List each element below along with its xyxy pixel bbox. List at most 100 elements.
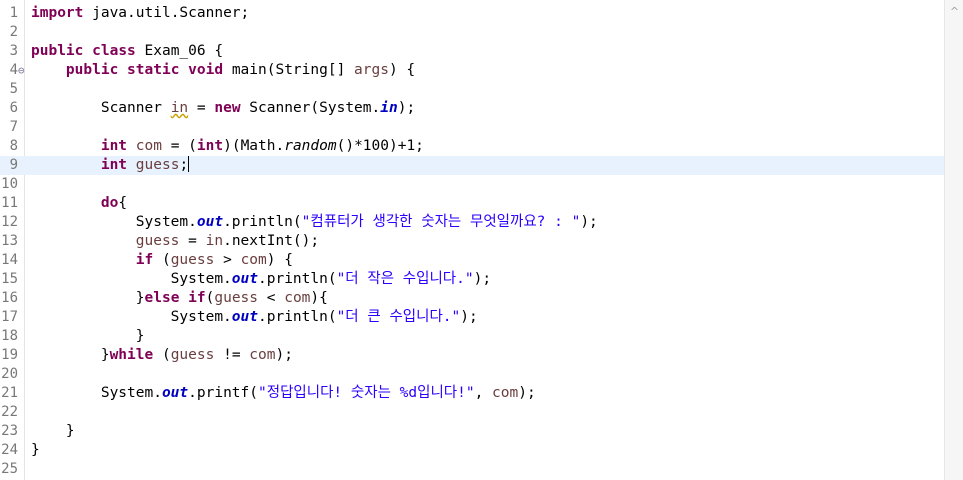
code-line[interactable]: 4 ⊖ public static void main(String[] args…: [0, 61, 944, 80]
line-number: 24: [1, 442, 18, 458]
code-line[interactable]: 22: [0, 403, 944, 422]
line-number: 12: [1, 214, 18, 230]
variable: args: [354, 62, 389, 78]
keyword: int: [196, 138, 224, 154]
code-editor[interactable]: 1 import java.util.Scanner; 2 3 public class…: [0, 0, 944, 480]
string-literal: "컴퓨터가 생각한 숫자는 무엇일까요? : ": [301, 214, 581, 230]
line-number: 21: [1, 385, 18, 401]
code-token: !=: [214, 347, 250, 363]
keyword: new: [214, 100, 241, 116]
code-token: = (: [161, 138, 197, 154]
code-text: }while (guess != com);: [31, 346, 293, 365]
keyword: class: [92, 43, 136, 59]
code-text: public static void main(String[] args) {: [31, 61, 415, 80]
line-number: 18: [1, 328, 18, 344]
keyword: public: [65, 62, 119, 78]
keyword: if: [188, 290, 206, 306]
code-line[interactable]: 11 do{: [0, 194, 944, 213]
fold-toggle-icon[interactable]: ⊖: [18, 61, 25, 80]
code-text: System.out.println("컴퓨터가 생각한 숫자는 무엇일까요? …: [31, 213, 598, 232]
variable: com: [240, 252, 267, 268]
code-line[interactable]: 14 if (guess > com) {: [0, 251, 944, 270]
code-text: if (guess > com) {: [31, 251, 293, 270]
code-line[interactable]: 24}: [0, 441, 944, 460]
line-number: 17: [1, 309, 18, 325]
code-text: System.out.printf("정답입니다! 숫자는 %d입니다!", c…: [31, 384, 536, 403]
code-line[interactable]: 10: [0, 175, 944, 194]
variable: com: [249, 347, 276, 363]
code-line[interactable]: 7: [0, 118, 944, 137]
code-text: System.out.println("더 작은 수입니다.");: [31, 270, 491, 289]
code-token: ) {: [266, 252, 293, 268]
code-line[interactable]: 20: [0, 365, 944, 384]
code-line[interactable]: 5: [0, 80, 944, 99]
keyword: else: [144, 290, 180, 306]
line-number: 9: [9, 157, 18, 173]
code-line[interactable]: 17 System.out.println("더 큰 수입니다.");: [0, 308, 944, 327]
code-token: )(Math.: [223, 138, 285, 154]
vertical-scrollbar[interactable]: ^: [944, 0, 963, 480]
code-line[interactable]: 6 Scanner in = new Scanner(System.in);: [0, 99, 944, 118]
code-line[interactable]: 23 }: [0, 422, 944, 441]
code-token: {: [118, 195, 128, 211]
variable: guess: [135, 233, 180, 249]
line-number: 2: [9, 24, 18, 40]
variable: in: [205, 233, 224, 249]
code-line[interactable]: 16 }else if(guess < com){: [0, 289, 944, 308]
code-token: }: [31, 347, 110, 363]
keyword: void: [188, 62, 224, 78]
line-number: 16: [1, 290, 18, 306]
code-token: }: [31, 290, 145, 306]
code-line[interactable]: 15 System.out.println("더 작은 수입니다.");: [0, 270, 944, 289]
code-line[interactable]: 21 System.out.printf("정답입니다! 숫자는 %d입니다!"…: [0, 384, 944, 403]
text-cursor: [188, 156, 190, 172]
code-line[interactable]: 2: [0, 23, 944, 42]
variable: guess: [170, 347, 215, 363]
code-token: ()*100)+1;: [336, 138, 424, 154]
line-number: 19: [1, 347, 18, 363]
code-token: System.: [31, 214, 197, 230]
code-token: }: [31, 328, 145, 344]
variable: in: [170, 100, 189, 116]
code-line[interactable]: 8 int com = (int)(Math.random()*100)+1;: [0, 137, 944, 156]
static-field: in: [380, 100, 398, 116]
code-line[interactable]: 13 guess = in.nextInt();: [0, 232, 944, 251]
method-name: random: [284, 138, 337, 154]
line-number: 15: [1, 271, 18, 287]
code-line[interactable]: 9 int guess;: [0, 156, 944, 175]
code-line[interactable]: 19 }while (guess != com);: [0, 346, 944, 365]
static-field: out: [161, 385, 189, 401]
code-token: .printf(: [188, 385, 258, 401]
code-line[interactable]: 3 public class Exam_06 {: [0, 42, 944, 61]
line-number: 6: [9, 100, 18, 116]
code-token: .nextInt();: [223, 233, 320, 249]
code-token: }: [31, 442, 40, 458]
code-line[interactable]: 1 import java.util.Scanner;: [0, 4, 944, 23]
code-line[interactable]: 12 System.out.println("컴퓨터가 생각한 숫자는 무엇일까…: [0, 213, 944, 232]
static-field: out: [196, 214, 224, 230]
code-token: ,: [474, 385, 493, 401]
code-token: );: [473, 271, 492, 287]
code-token: System.: [31, 309, 232, 325]
code-token: .println(: [258, 309, 337, 325]
code-line[interactable]: 18 }: [0, 327, 944, 346]
code-text: }: [31, 441, 40, 460]
line-number: 5: [9, 81, 18, 97]
code-line[interactable]: 25: [0, 460, 944, 479]
line-number: 25: [1, 461, 18, 477]
chevron-up-icon[interactable]: ^: [945, 4, 963, 20]
static-field: out: [231, 309, 258, 325]
code-text: do{: [31, 194, 127, 213]
code-token: >: [214, 252, 241, 268]
code-token: );: [518, 385, 536, 401]
line-number: 4: [9, 62, 18, 78]
code-text: }: [31, 327, 145, 346]
code-token: (: [153, 347, 171, 363]
